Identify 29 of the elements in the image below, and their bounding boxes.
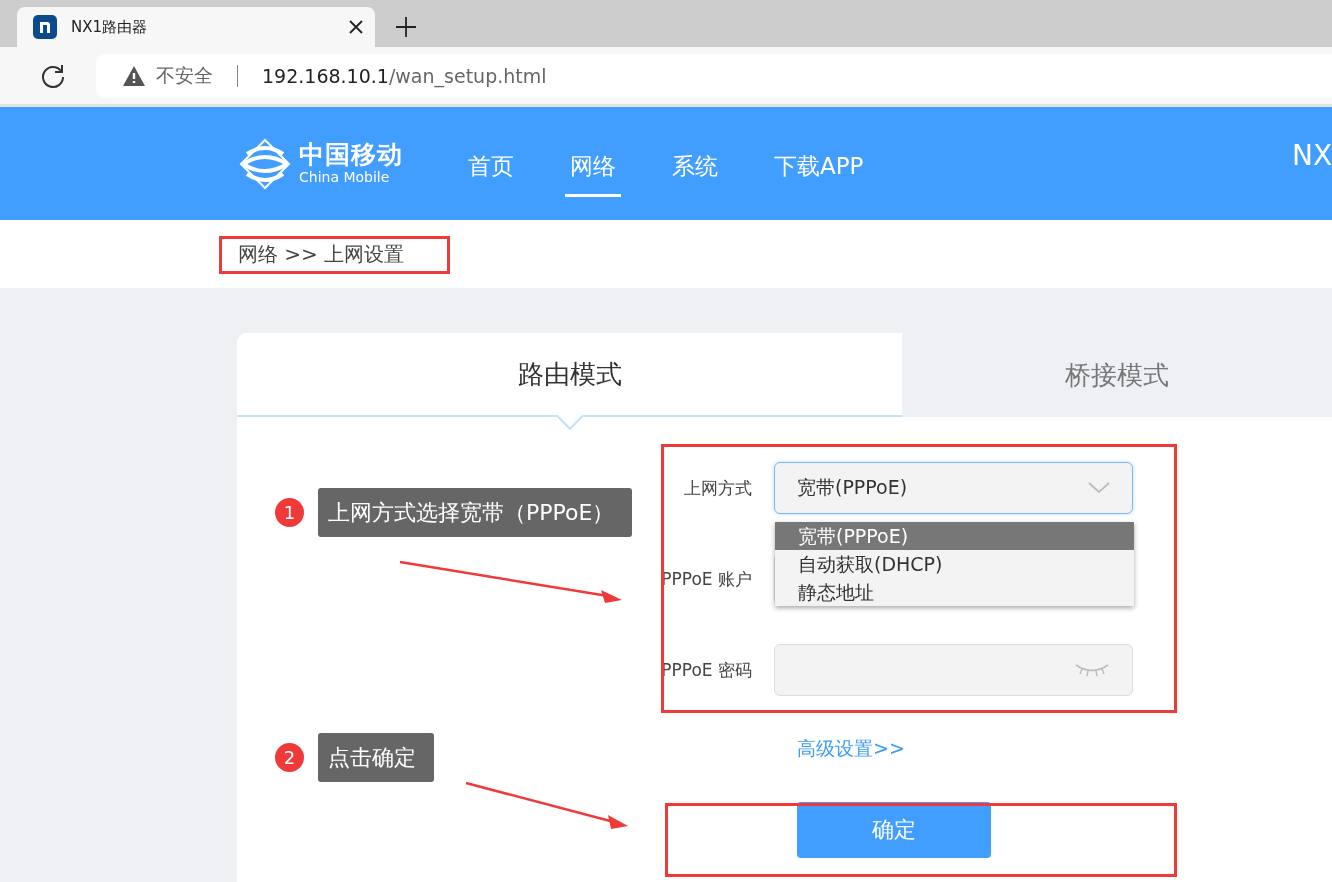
security-label: 不安全 [156, 62, 213, 88]
breadcrumb: 网络 >> 上网设置 [238, 242, 405, 266]
close-icon[interactable] [349, 20, 363, 34]
tab-title: NX1路由器 [71, 17, 149, 37]
plus-icon[interactable] [395, 16, 417, 38]
nav-link[interactable]: 首页 [463, 136, 519, 197]
reload-icon[interactable] [40, 62, 66, 89]
logo-subtitle: China Mobile [299, 168, 391, 186]
dropdown-option[interactable]: 自动获取(DHCP) [775, 550, 1134, 578]
field-label: 上网方式 [684, 476, 752, 500]
advanced-settings-link[interactable]: 高级设置>> [797, 736, 905, 762]
logo-text: 中国移动 [299, 141, 403, 169]
dropdown-option[interactable]: 宽带(PPPoE) [775, 522, 1134, 550]
step-callout: 点击确定 [318, 733, 434, 782]
nav-link[interactable]: 下载APP [769, 136, 869, 197]
dropdown-option[interactable]: 静态地址 [775, 578, 1134, 606]
site-icon [33, 15, 57, 39]
step-callout: 上网方式选择宽带（PPPoE） [318, 488, 633, 537]
confirm-button[interactable]: 确定 [797, 802, 991, 858]
mode-tab[interactable]: 桥接模式 [902, 333, 1332, 417]
url-text: 192.168.10.1/wan_setup.html [262, 64, 547, 87]
warning-icon [122, 64, 146, 87]
model-name: NX [1292, 139, 1332, 172]
nav-link[interactable]: 系统 [667, 136, 723, 197]
browser-tab[interactable]: NX1路由器 [17, 7, 375, 47]
password-field[interactable] [774, 644, 1133, 696]
nav-link[interactable]: 网络 [565, 136, 621, 197]
chevron-down-icon [1088, 482, 1110, 494]
address-bar[interactable]: 不安全 192.168.10.1/wan_setup.html [96, 53, 1332, 98]
